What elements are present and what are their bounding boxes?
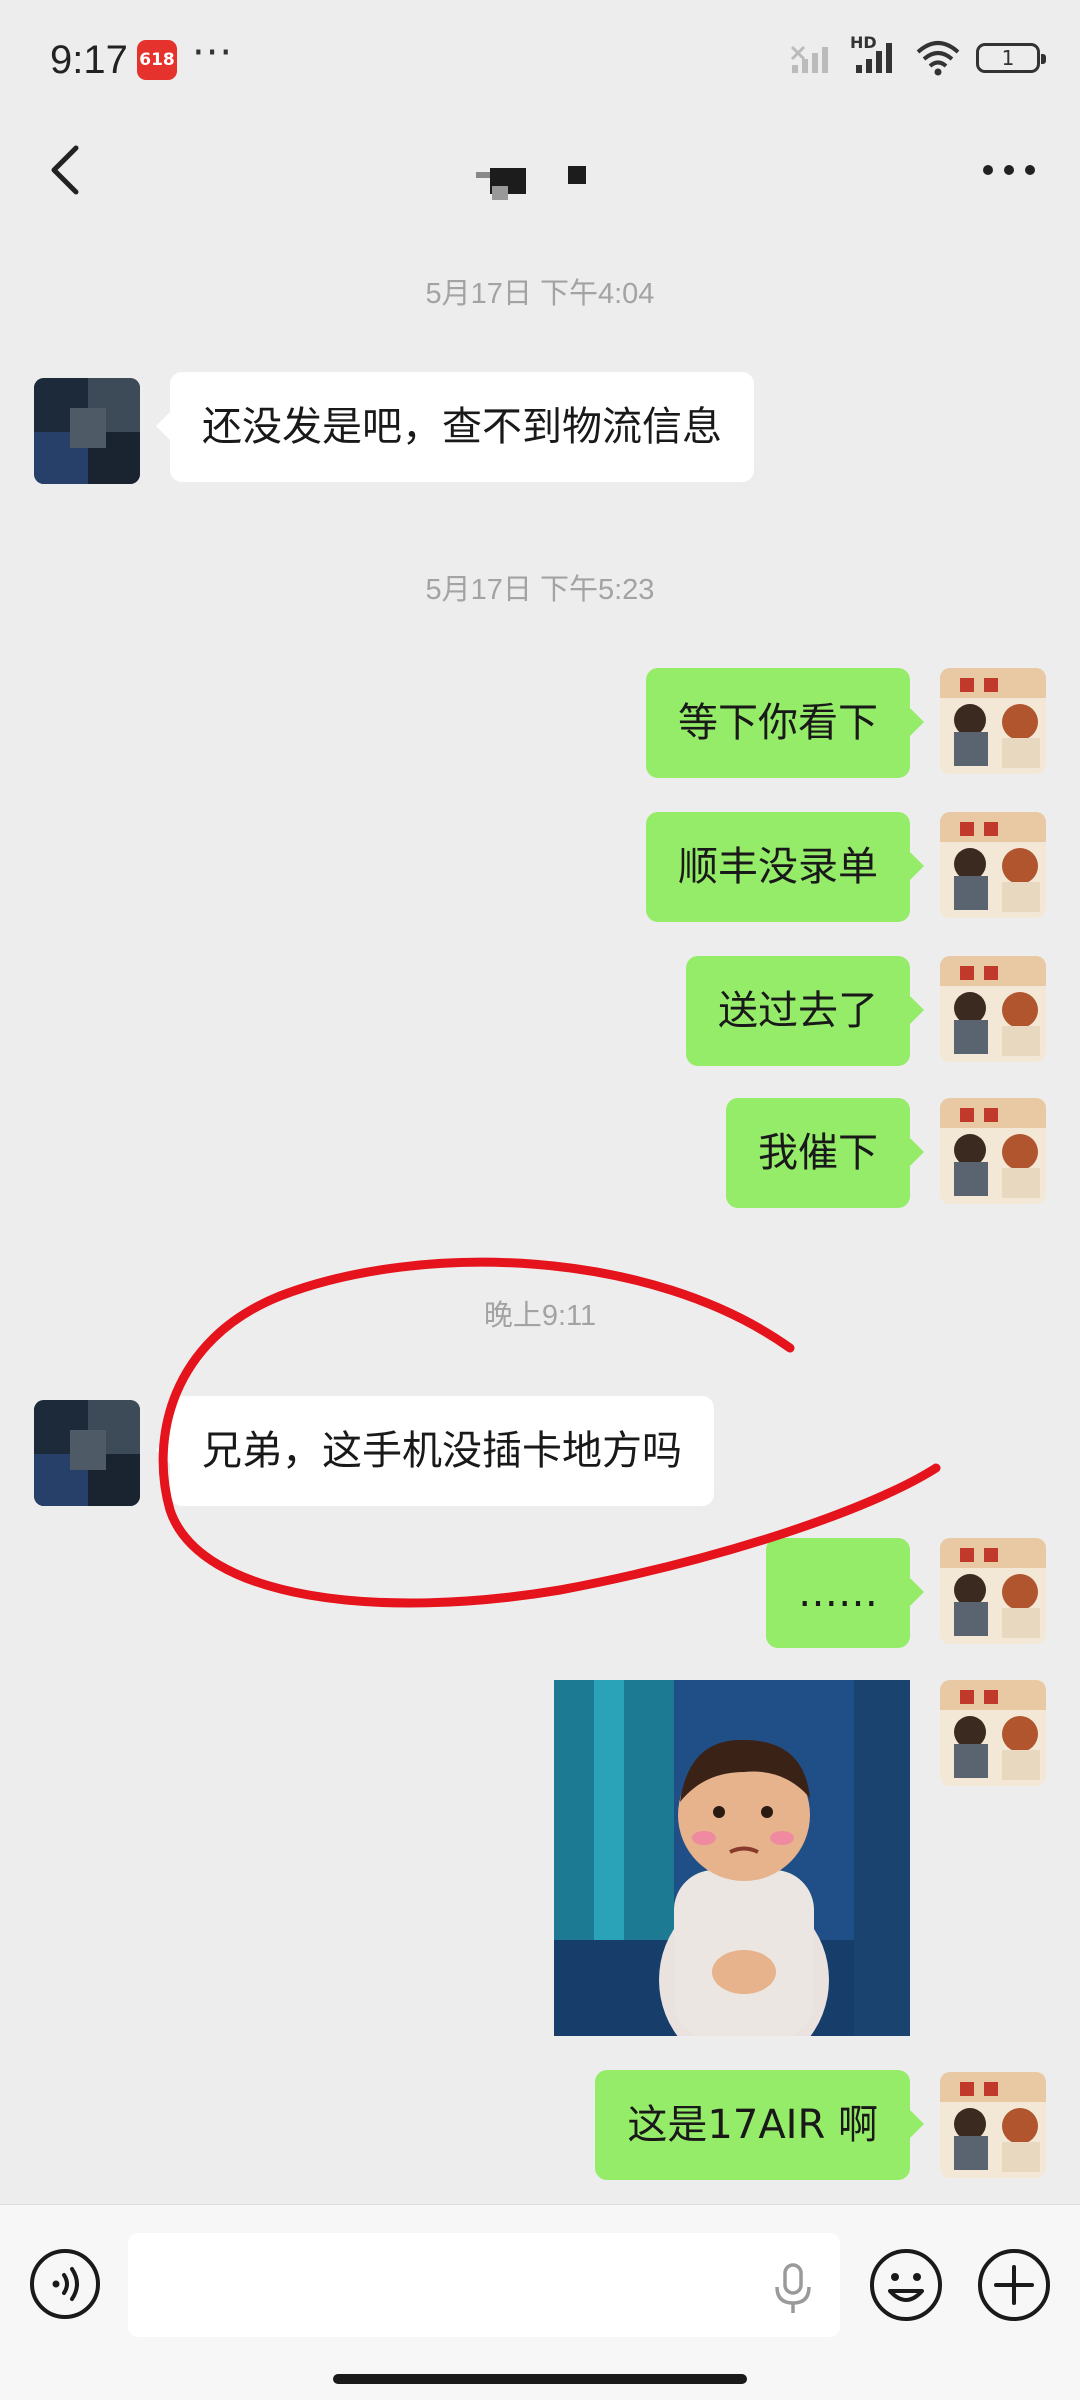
plus-icon[interactable] [976,2247,1052,2323]
child-sticker-image[interactable] [554,1680,910,2036]
red-circle-annotation [158,1257,941,1608]
signal-hd-icon: HD [850,33,900,75]
outgoing-message-bubble[interactable]: 顺丰没录单 [646,812,924,922]
outgoing-message-bubble[interactable]: 等下你看下 [646,668,924,778]
home-indicator[interactable] [333,2374,747,2384]
shopping-app-icon: 618 [137,40,177,80]
message-input[interactable] [128,2233,840,2337]
my-avatar[interactable] [940,2072,1046,2178]
my-avatar[interactable] [940,956,1046,1062]
wifi-icon [916,41,960,76]
outgoing-message-bubble[interactable]: 这是17AIR 啊 [595,2070,924,2180]
battery-icon: 1 [976,43,1046,73]
my-avatar[interactable] [940,812,1046,918]
contact-avatar[interactable] [34,378,140,484]
microphone-icon[interactable] [768,2261,818,2317]
chat-header [0,120,1080,220]
notification-overflow-icon: ··· [192,30,234,76]
message-timestamp: 晚上9:11 [483,1300,597,1332]
incoming-message-bubble[interactable]: 兄弟，这手机没插卡地方吗 [156,1396,714,1506]
voice-icon[interactable] [28,2247,102,2321]
signal-weak-icon [790,45,828,73]
message-timestamp: 5月17日 下午4:04 [425,278,655,310]
my-avatar[interactable] [940,668,1046,774]
status-time: 9:17 [50,38,128,82]
status-bar: 9:17 618 ··· HD 1 [0,0,1080,120]
chat-input-bar [0,2204,1080,2400]
outgoing-message-bubble[interactable]: …… [766,1538,924,1648]
outgoing-message-bubble[interactable]: 送过去了 [686,956,924,1066]
status-indicators: HD 1 [790,33,1046,76]
contact-name-redacted [470,150,610,200]
more-dots-icon[interactable] [974,140,1044,200]
contact-avatar[interactable] [34,1400,140,1506]
chevron-left-icon[interactable] [36,140,96,200]
my-avatar[interactable] [940,1538,1046,1644]
outgoing-message-bubble[interactable]: 我催下 [726,1098,924,1208]
emoji-icon[interactable] [868,2247,944,2323]
message-timestamp: 5月17日 下午5:23 [425,574,655,606]
my-avatar[interactable] [940,1680,1046,1786]
my-avatar[interactable] [940,1098,1046,1204]
incoming-message-bubble[interactable]: 还没发是吧，查不到物流信息 [156,372,754,482]
